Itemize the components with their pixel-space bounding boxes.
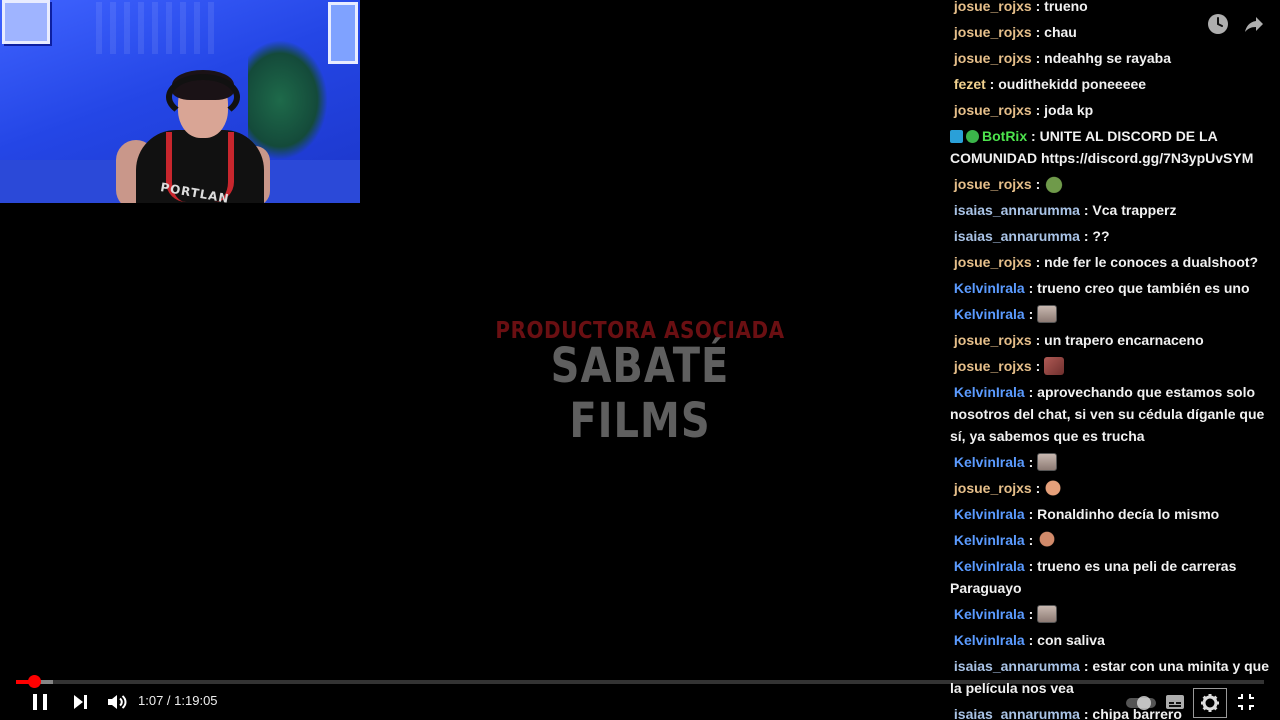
chat-message: josue_rojxs : joda kp: [953, 102, 1094, 118]
chat-message: KelvinIrala :: [950, 601, 1280, 627]
time-separator: /: [163, 693, 175, 708]
verified-badge-icon: [966, 130, 979, 143]
chat-username[interactable]: KelvinIrala: [954, 384, 1025, 400]
chat-username[interactable]: KelvinIrala: [954, 306, 1025, 322]
logo-title: SABATÉ FILMS: [550, 338, 730, 450]
next-icon[interactable]: [68, 690, 92, 714]
volume-icon[interactable]: [104, 690, 128, 714]
time-display: 1:07 / 1:19:05: [138, 693, 218, 708]
face-emote-icon: [1037, 453, 1058, 471]
chat-text: trueno: [1044, 0, 1088, 14]
chat-username[interactable]: KelvinIrala: [954, 454, 1025, 470]
bot-badge-icon: [950, 130, 963, 143]
chat-username[interactable]: isaias_annarumma: [954, 228, 1080, 244]
time-total: 1:19:05: [174, 693, 218, 708]
chat-username[interactable]: josue_rojxs: [954, 102, 1032, 118]
chat-message: josue_rojxs :: [950, 171, 1280, 197]
autoplay-toggle-icon[interactable]: [1124, 690, 1160, 714]
chat-message: josue_rojxs : un trapero encarnaceno: [953, 332, 1204, 348]
time-current: 1:07: [138, 693, 164, 708]
gear-icon: [1201, 694, 1219, 712]
chat-message: KelvinIrala :: [950, 527, 1280, 553]
share-icon[interactable]: [1242, 12, 1266, 36]
chat-message: KelvinIrala : Ronaldinho decía lo mismo: [953, 506, 1220, 522]
chat-username[interactable]: fezet: [954, 76, 986, 92]
exit-fullscreen-icon[interactable]: [1234, 690, 1258, 714]
chat-message: KelvinIrala : trueno creo que también es…: [953, 280, 1250, 296]
chat-username[interactable]: KelvinIrala: [954, 558, 1025, 574]
chat-replay: josue_rojxs : trueno josue_rojxs : chau …: [950, 0, 1280, 720]
chat-username[interactable]: BotRix: [982, 128, 1027, 144]
chat-username[interactable]: isaias_annarumma: [954, 658, 1080, 674]
chat-username[interactable]: KelvinIrala: [954, 532, 1025, 548]
chat-text: trueno creo que también es uno: [1037, 280, 1250, 296]
chat-message: KelvinIrala :: [950, 301, 1280, 327]
chat-text: Vca trapperz: [1092, 202, 1177, 218]
chat-username[interactable]: KelvinIrala: [954, 280, 1025, 296]
chat-text: joda kp: [1044, 102, 1094, 118]
chat-message: fezet : oudithekidd poneeeee: [953, 76, 1147, 92]
production-logo: PRODUCTORA ASOCIADA SABATÉ FILMS: [480, 316, 800, 449]
chat-message: isaias_annarumma : ??: [953, 228, 1110, 244]
chat-message: BotRix : UNITE AL DISCORD DE LA COMUNIDA…: [950, 128, 1254, 166]
chat-username[interactable]: josue_rojxs: [954, 332, 1032, 348]
chat-text: ??: [1092, 228, 1110, 244]
chat-username[interactable]: josue_rojxs: [954, 358, 1032, 374]
chat-text: chau: [1044, 24, 1077, 40]
person-emote-icon: [1037, 531, 1058, 549]
wall-frame: [2, 0, 50, 44]
plant: [248, 40, 328, 160]
progress-scrubber[interactable]: [28, 675, 42, 688]
pause-icon[interactable]: [28, 690, 52, 714]
chat-username[interactable]: josue_rojxs: [954, 24, 1032, 40]
chat-message: josue_rojxs : trueno: [953, 0, 1088, 14]
chat-text: un trapero encarnaceno: [1044, 332, 1204, 348]
wall-frame-right: [328, 2, 358, 64]
chat-username[interactable]: josue_rojxs: [954, 0, 1032, 14]
chat-username[interactable]: KelvinIrala: [954, 632, 1025, 648]
chat-message: isaias_annarumma : Vca trapperz: [953, 202, 1177, 218]
wall-shelf: [96, 2, 216, 54]
hand-emote-icon: [1044, 479, 1065, 497]
chat-username[interactable]: josue_rojxs: [954, 480, 1032, 496]
chat-message: KelvinIrala :: [950, 449, 1280, 475]
pixel-emote-icon: [1044, 357, 1065, 375]
face-emote-icon: [1037, 605, 1058, 623]
chat-message: KelvinIrala : aprovechando que estamos s…: [950, 384, 1265, 444]
clock-icon[interactable]: [1206, 12, 1230, 36]
chat-message: josue_rojxs : chau: [953, 24, 1077, 40]
headset: [166, 74, 240, 120]
chat-text: ndeahhg se rayaba: [1044, 50, 1171, 66]
chat-message: josue_rojxs :: [950, 353, 1280, 379]
chat-message: isaias_annarumma : estar con una minita …: [950, 658, 1270, 696]
frog-emote-icon: [1044, 175, 1065, 193]
chat-username[interactable]: isaias_annarumma: [954, 706, 1080, 720]
chat-text: Ronaldinho decía lo mismo: [1037, 506, 1220, 522]
chat-username[interactable]: josue_rojxs: [954, 176, 1032, 192]
chat-message: KelvinIrala : trueno es una peli de carr…: [950, 558, 1237, 596]
chat-username[interactable]: josue_rojxs: [954, 50, 1032, 66]
chat-message: josue_rojxs :: [950, 475, 1280, 501]
chat-username[interactable]: isaias_annarumma: [954, 202, 1080, 218]
chat-text: oudithekidd poneeeee: [998, 76, 1147, 92]
chat-username[interactable]: josue_rojxs: [954, 254, 1032, 270]
chat-message: KelvinIrala : con saliva: [953, 632, 1105, 648]
progress-bar[interactable]: [16, 675, 1264, 688]
webcam-overlay: PORTLAN: [0, 0, 360, 203]
subtitles-icon[interactable]: [1163, 690, 1187, 714]
chat-text: con saliva: [1037, 632, 1105, 648]
chat-username[interactable]: KelvinIrala: [954, 606, 1025, 622]
face-emote-icon: [1037, 305, 1058, 323]
settings-button[interactable]: [1193, 688, 1227, 718]
chat-text: nde fer le conoces a dualshoot?: [1044, 254, 1259, 270]
chat-username[interactable]: KelvinIrala: [954, 506, 1025, 522]
chat-message: josue_rojxs : ndeahhg se rayaba: [953, 50, 1171, 66]
chat-message: josue_rojxs : nde fer le conoces a duals…: [953, 254, 1259, 270]
chat-message: isaias_annarumma : chipa barrero: [953, 706, 1182, 720]
